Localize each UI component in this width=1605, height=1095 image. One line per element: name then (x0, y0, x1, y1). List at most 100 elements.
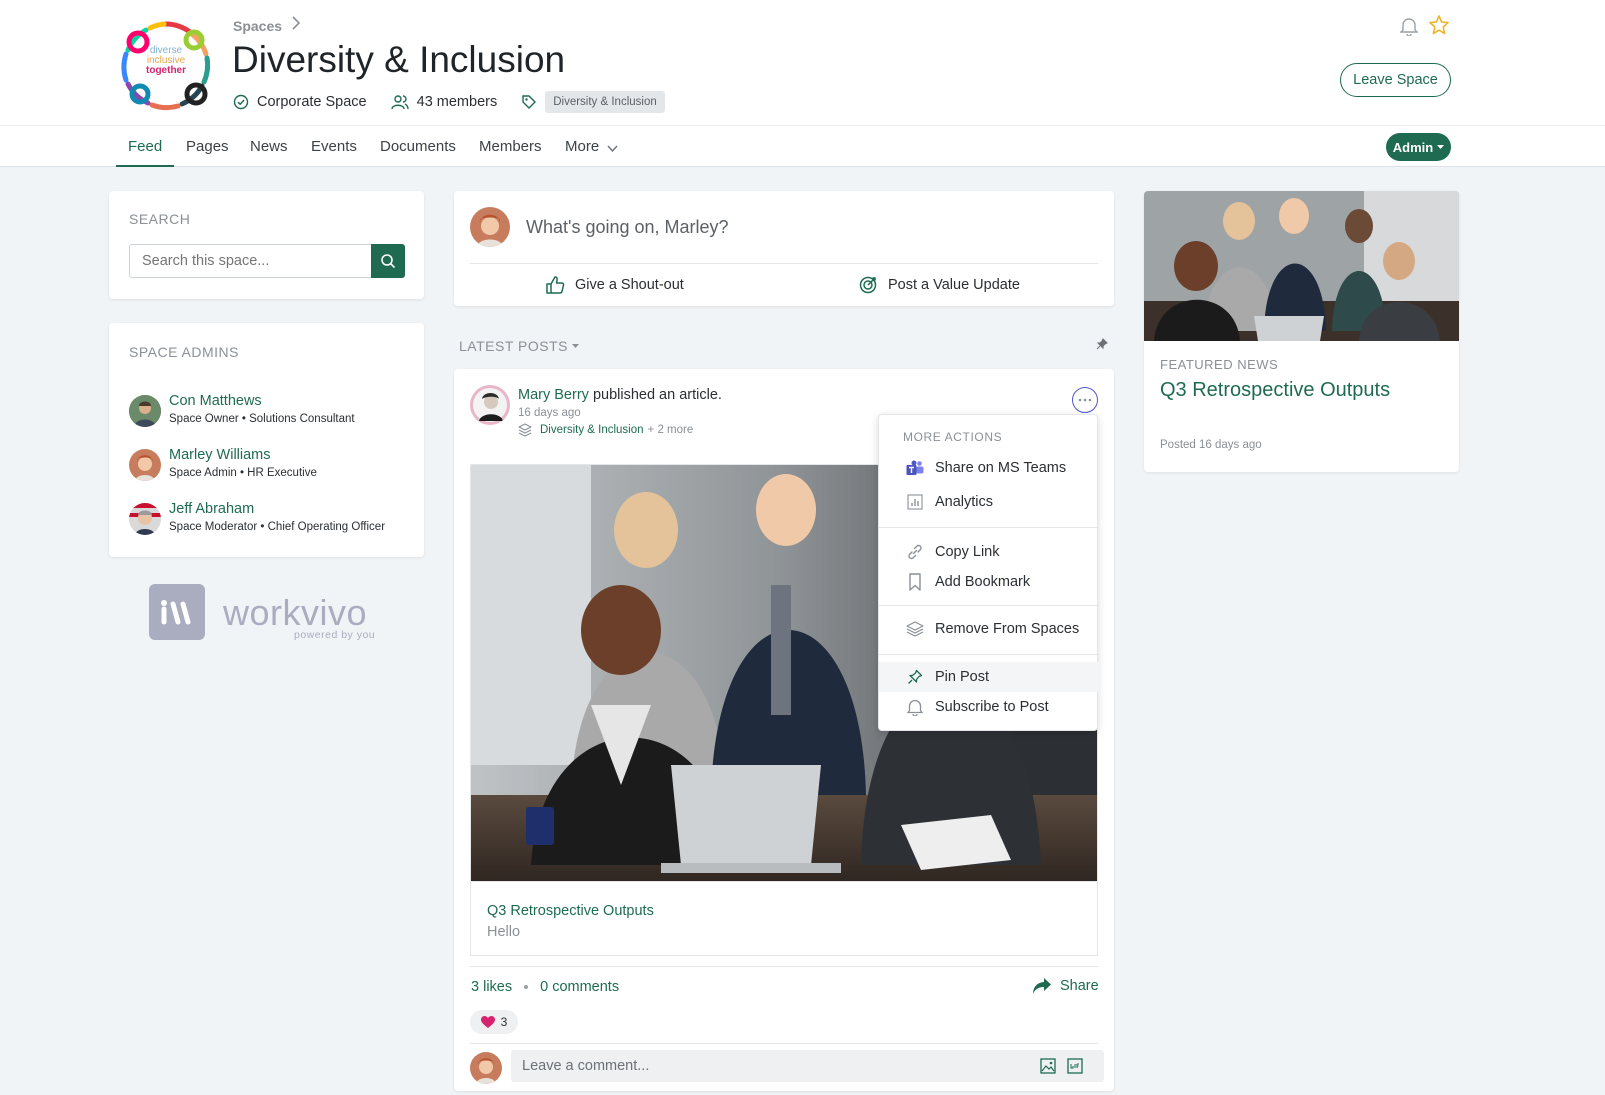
admin-role: Space Owner • Solutions Consultant (169, 413, 355, 425)
bookmark-icon (903, 573, 927, 591)
admin-role: Space Moderator • Chief Operating Office… (169, 521, 386, 533)
heart-icon (480, 1015, 495, 1029)
search-button[interactable] (371, 244, 405, 278)
menu-item-remove-from-spaces[interactable]: Remove From Spaces (879, 614, 1099, 644)
menu-item-remove-from-spaces-label: Remove From Spaces (935, 621, 1080, 637)
link-icon (903, 543, 927, 561)
article-preview-box[interactable] (470, 882, 1098, 956)
likes-count-link[interactable]: 3 likes (471, 979, 512, 995)
admin-row[interactable]: Marley Williams Space Admin • HR Executi… (129, 447, 409, 483)
post-value-update-button[interactable]: Post a Value Update (858, 275, 1020, 295)
menu-item-copy-link[interactable]: Copy Link (879, 537, 1099, 567)
avatar (129, 395, 161, 427)
featured-news-card[interactable]: FEATURED NEWS Q3 Retrospective Outputs P… (1144, 191, 1459, 472)
post-stats-divider (470, 966, 1098, 967)
dot-separator (524, 985, 529, 989)
menu-item-analytics[interactable]: Analytics (879, 487, 1099, 517)
post-space-link[interactable]: Diversity & Inclusion (540, 424, 644, 436)
feed-filter-label: LATEST POSTS (459, 338, 568, 354)
menu-item-analytics-label: Analytics (935, 494, 994, 510)
space-tabs-bar (0, 126, 1605, 167)
menu-item-share-teams[interactable]: Share on MS Teams (879, 453, 1099, 483)
featured-news-image[interactable] (1144, 191, 1459, 341)
give-shoutout-button[interactable]: Give a Shout-out (545, 275, 684, 295)
star-icon[interactable] (1428, 14, 1450, 41)
share-button[interactable]: Share (1032, 977, 1099, 995)
menu-item-pin-post-label: Pin Post (935, 669, 989, 685)
breadcrumb: Spaces (233, 16, 301, 35)
avatar (129, 449, 161, 481)
reaction-chip[interactable]: 3 (470, 1010, 518, 1034)
comment-placeholder: Leave a comment... (522, 1058, 650, 1074)
bar-chart-icon (903, 494, 927, 510)
chevron-right-icon (292, 16, 301, 35)
layers-icon (518, 423, 532, 437)
post-author-link[interactable]: Mary Berry (518, 387, 589, 403)
members-count[interactable]: 43 members (417, 94, 498, 110)
article-title-link[interactable]: Q3 Retrospective Outputs (487, 903, 654, 919)
share-arrow-icon (1032, 977, 1052, 995)
composer-input[interactable]: What's going on, Marley? (526, 217, 729, 238)
admin-dropdown-button[interactable]: Admin (1386, 133, 1451, 161)
more-actions-title: MORE ACTIONS (903, 430, 1003, 444)
thumbs-up-icon (545, 275, 565, 295)
comment-input[interactable]: Leave a comment... (511, 1050, 1104, 1082)
caret-down-icon (1437, 144, 1445, 150)
comments-count-link[interactable]: 0 comments (540, 979, 619, 995)
composer-divider (470, 263, 1098, 264)
image-upload-icon[interactable] (1040, 1058, 1056, 1079)
space-tag-chip[interactable]: Diversity & Inclusion (545, 91, 665, 113)
space-type: Corporate Space (257, 94, 367, 110)
pin-icon[interactable] (1096, 337, 1108, 355)
workvivo-tagline: powered by you (294, 629, 376, 641)
caret-down-icon (571, 343, 579, 349)
search-title: SEARCH (129, 211, 191, 227)
give-shoutout-label: Give a Shout-out (575, 277, 684, 293)
post-action-text: published an article. (592, 387, 722, 403)
admin-label: Admin (1392, 139, 1434, 155)
featured-news-posted: Posted 16 days ago (1160, 439, 1262, 451)
workvivo-wordmark: workvivo (223, 592, 368, 633)
tab-pages[interactable]: Pages (186, 138, 229, 167)
search-input[interactable] (129, 244, 372, 278)
menu-item-subscribe[interactable]: Subscribe to Post (879, 692, 1099, 722)
breadcrumb-spaces-link[interactable]: Spaces (233, 18, 282, 34)
gif-icon[interactable] (1067, 1058, 1083, 1079)
post-stats: 3 likes 0 comments (471, 979, 619, 995)
admin-row[interactable]: Jeff Abraham Space Moderator • Chief Ope… (129, 501, 409, 537)
feed-filter-dropdown[interactable]: LATEST POSTS (459, 338, 579, 354)
pin-icon (903, 669, 927, 685)
tab-documents[interactable]: Documents (380, 138, 456, 167)
tab-events[interactable]: Events (311, 138, 357, 167)
tab-members[interactable]: Members (479, 138, 542, 167)
space-logo: diverse inclusive together (116, 16, 216, 116)
menu-item-add-bookmark-label: Add Bookmark (935, 574, 1031, 590)
menu-item-pin-post[interactable]: Pin Post (879, 662, 1099, 692)
menu-item-share-teams-label: Share on MS Teams (935, 460, 1067, 476)
admin-name[interactable]: Marley Williams (169, 447, 271, 463)
menu-item-add-bookmark[interactable]: Add Bookmark (879, 567, 1099, 597)
space-admins-card: SPACE ADMINS Con Matthews Space Owner • … (109, 323, 424, 557)
bell-icon (903, 698, 927, 716)
avatar (470, 1052, 502, 1084)
ellipsis-icon (1078, 398, 1092, 402)
admin-name[interactable]: Jeff Abraham (169, 501, 254, 517)
menu-separator (879, 605, 1099, 606)
tab-more[interactable]: More (565, 138, 618, 167)
tab-news[interactable]: News (250, 138, 288, 167)
featured-news-title[interactable]: Q3 Retrospective Outputs (1160, 379, 1390, 402)
post-header-line: Mary Berry published an article. (518, 387, 722, 403)
bell-icon[interactable] (1399, 16, 1419, 41)
article-excerpt: Hello (487, 924, 521, 940)
post-more-spaces[interactable]: + 2 more (648, 424, 694, 436)
space-meta: Corporate Space 43 members Diversity & I… (233, 91, 665, 113)
admin-role: Space Admin • HR Executive (169, 467, 317, 479)
menu-separator (879, 654, 1099, 655)
more-actions-button[interactable] (1072, 387, 1098, 413)
admin-name[interactable]: Con Matthews (169, 393, 262, 409)
layers-icon (903, 620, 927, 638)
tab-feed[interactable]: Feed (116, 138, 175, 167)
admin-row[interactable]: Con Matthews Space Owner • Solutions Con… (129, 393, 409, 429)
leave-space-button[interactable]: Leave Space (1340, 63, 1451, 97)
search-input-group (129, 244, 405, 278)
